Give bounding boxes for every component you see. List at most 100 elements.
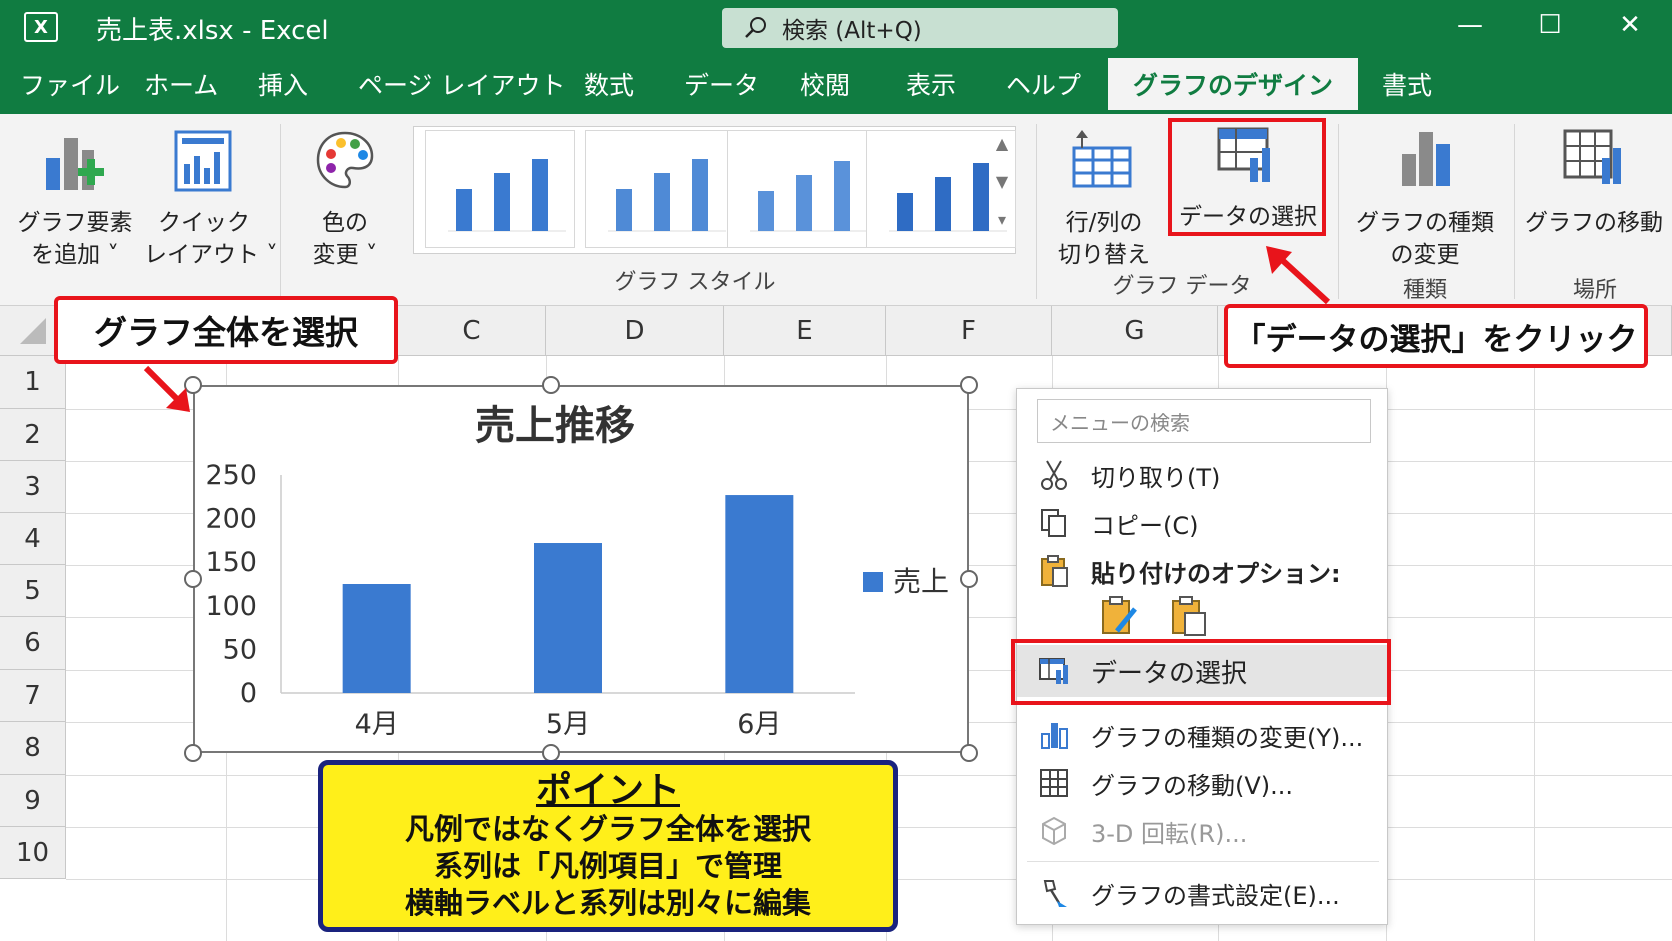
- window-title: 売上表.xlsx - Excel: [96, 16, 329, 46]
- chart-style-thumbnail-3[interactable]: [727, 130, 877, 248]
- chart-style-thumbnail-1[interactable]: [425, 130, 575, 248]
- cube-icon: [1042, 816, 1066, 846]
- paste-keep-formatting-button[interactable]: [1097, 595, 1141, 639]
- resize-handle-top-right[interactable]: [960, 376, 978, 394]
- chart-style-thumbnail-2[interactable]: [585, 130, 735, 248]
- excel-window: X 売上表.xlsx - Excel 検索 (Alt+Q) — ☐ ✕ ファイル…: [0, 0, 1672, 941]
- gallery-scroll-up-icon[interactable]: ▲: [990, 134, 1014, 170]
- row-header-8[interactable]: 8: [0, 722, 66, 775]
- change-chart-type-label-1: グラフの種類: [1356, 210, 1494, 236]
- bar-1[interactable]: [342, 584, 411, 693]
- row-header-5[interactable]: 5: [0, 565, 66, 617]
- quick-layout-icon: [174, 130, 232, 192]
- bar-2[interactable]: [534, 543, 602, 693]
- menu-item-cut[interactable]: 切り取り(T): [1017, 453, 1389, 497]
- row-header-1[interactable]: 1: [0, 356, 66, 409]
- menu-item-copy[interactable]: コピー(C): [1017, 501, 1389, 545]
- maximize-button[interactable]: ☐: [1530, 10, 1570, 40]
- tab-chart-design[interactable]: グラフのデザイン: [1108, 58, 1358, 114]
- point-note: ポイント 凡例ではなくグラフ全体を選択 系列は「凡例項目」で管理 横軸ラベルと系…: [318, 760, 898, 932]
- change-colors-button[interactable]: 色の 変更 ˅: [290, 124, 400, 274]
- type-group-label: 種類: [1402, 278, 1447, 303]
- paste-picture-button[interactable]: [1167, 595, 1211, 639]
- tab-format[interactable]: 書式: [1382, 66, 1432, 102]
- column-header-e[interactable]: E: [724, 306, 886, 356]
- point-line-3: 横軸ラベルと系列は別々に編集: [404, 886, 811, 920]
- quick-layout-button[interactable]: クイック レイアウト ˅: [144, 124, 278, 274]
- resize-handle-right[interactable]: [960, 570, 978, 588]
- column-header-c[interactable]: C: [398, 306, 546, 356]
- row-header-10[interactable]: 10: [0, 827, 66, 879]
- search-box[interactable]: 検索 (Alt+Q): [722, 8, 1118, 48]
- column-header-f[interactable]: F: [886, 306, 1052, 356]
- tab-page-layout[interactable]: ページ レイアウト: [358, 66, 565, 102]
- menu-item-move-chart[interactable]: グラフの移動(V)...: [1017, 761, 1389, 805]
- gallery-scroll-down-icon[interactable]: ▼: [990, 172, 1014, 208]
- row-header-4[interactable]: 4: [0, 513, 66, 565]
- tab-data[interactable]: データ: [684, 66, 759, 102]
- ribbon-separator: [280, 124, 281, 299]
- context-menu: メニューの検索 切り取り(T) コピー(C) 貼り付けのオプション: データの選…: [1011, 388, 1391, 925]
- grid-icon: [1040, 769, 1068, 797]
- menu-item-change-chart-type-label: グラフの種類の変更(Y)...: [1091, 723, 1364, 752]
- grid-line: [1534, 356, 1535, 941]
- gallery-more-icon[interactable]: ▾: [990, 210, 1014, 246]
- minimize-button[interactable]: —: [1450, 10, 1490, 40]
- tab-review[interactable]: 校閲: [800, 66, 850, 102]
- resize-handle-bottom-right[interactable]: [960, 744, 978, 762]
- tab-insert[interactable]: 挿入: [258, 66, 308, 102]
- tab-home[interactable]: ホーム: [144, 66, 218, 102]
- x-tick-label: 4月: [355, 709, 399, 740]
- row-header-2[interactable]: 2: [0, 409, 66, 461]
- add-chart-element-button[interactable]: グラフ要素 を追加 ˅: [14, 124, 136, 274]
- arrow-down-right-icon: [143, 365, 190, 412]
- row-header-6[interactable]: 6: [0, 617, 66, 670]
- menu-item-format-chart[interactable]: グラフの書式設定(E)...: [1017, 871, 1389, 915]
- menu-separator: [1027, 861, 1379, 862]
- tab-help[interactable]: ヘルプ: [1006, 66, 1081, 102]
- context-menu-search-input[interactable]: メニューの検索: [1037, 399, 1371, 443]
- color-palette-icon: [316, 131, 374, 189]
- switch-row-column-label-1: 行/列の: [1065, 210, 1143, 236]
- ribbon: グラフ要素 を追加 ˅ クイック レイアウト ˅ 色の 変更 ˅ ▲ ▼ ▾ グ…: [0, 114, 1672, 306]
- chart-type-icon: [1041, 723, 1068, 749]
- x-tick-label: 5月: [546, 709, 590, 740]
- menu-item-change-chart-type[interactable]: グラフの種類の変更(Y)...: [1017, 713, 1389, 757]
- select-data-highlight-box: [1168, 118, 1326, 236]
- column-header-g[interactable]: G: [1052, 306, 1218, 356]
- switch-row-column-button[interactable]: 行/列の 切り替え: [1048, 124, 1160, 274]
- y-tick-label: 50: [223, 634, 257, 665]
- switch-row-column-icon: [1072, 130, 1132, 188]
- menu-item-cut-label: 切り取り(T): [1091, 463, 1221, 492]
- resize-handle-left[interactable]: [184, 570, 202, 588]
- y-tick-label: 100: [205, 591, 257, 622]
- bar-3[interactable]: [725, 495, 794, 693]
- point-title: ポイント: [535, 770, 680, 811]
- chart-area[interactable]: 売上推移 250 200 150 100 50 0 4月 5月 6月 売上: [193, 385, 969, 753]
- tab-formulas[interactable]: 数式: [584, 66, 634, 102]
- tab-file[interactable]: ファイル: [20, 66, 120, 102]
- legend-label: 売上: [893, 565, 949, 598]
- resize-handle-bottom-left[interactable]: [184, 744, 202, 762]
- location-group-label: 場所: [1572, 278, 1617, 303]
- row-header-7[interactable]: 7: [0, 670, 66, 722]
- change-chart-type-button[interactable]: グラフの種類 の変更: [1350, 124, 1500, 274]
- quick-layout-label-1: クイック: [158, 210, 250, 236]
- menu-item-3d-rotation-label: 3-D 回転(R)...: [1091, 819, 1248, 848]
- bar-chart: 売上推移 250 200 150 100 50 0 4月 5月 6月 売上: [205, 403, 949, 740]
- tab-view[interactable]: 表示: [906, 66, 956, 102]
- y-tick-label: 150: [205, 547, 257, 578]
- resize-handle-top[interactable]: [542, 376, 560, 394]
- mini-chart-icon: [750, 161, 868, 232]
- row-header-9[interactable]: 9: [0, 775, 66, 827]
- chart-styles-group-label: グラフ スタイル: [614, 270, 776, 295]
- row-header-3[interactable]: 3: [0, 461, 66, 513]
- move-chart-icon: [1563, 129, 1621, 184]
- change-colors-label-1: 色の: [322, 210, 368, 236]
- move-chart-button[interactable]: グラフの移動: [1522, 124, 1666, 274]
- close-button[interactable]: ✕: [1610, 10, 1650, 40]
- mini-chart-icon: [608, 159, 726, 232]
- arrow-up-left-icon: [1266, 246, 1331, 305]
- menu-item-move-chart-label: グラフの移動(V)...: [1091, 771, 1294, 800]
- column-header-d[interactable]: D: [546, 306, 724, 356]
